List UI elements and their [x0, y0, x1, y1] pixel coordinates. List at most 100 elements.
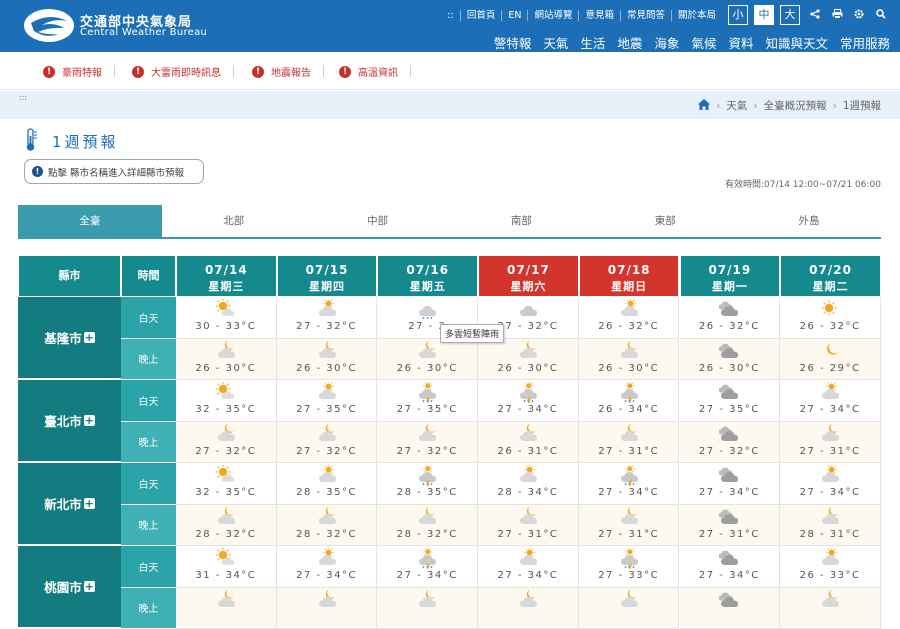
- sun-cloud-icon[interactable]: [216, 548, 236, 566]
- partly-cloudy-icon[interactable]: [820, 465, 840, 483]
- sun-cloud-icon[interactable]: [216, 465, 236, 483]
- alert-heavy-rain[interactable]: ! 豪雨特報: [43, 64, 102, 79]
- city-name-2[interactable]: 新北市+: [18, 463, 121, 546]
- moon-cloud-icon[interactable]: [820, 507, 840, 525]
- sun-icon[interactable]: [820, 299, 840, 317]
- tab-islands[interactable]: 外島: [737, 205, 881, 237]
- moon-cloud-icon[interactable]: [619, 590, 639, 608]
- partly-cloudy-icon[interactable]: [317, 382, 337, 400]
- dark-cloud-icon[interactable]: [719, 590, 739, 608]
- dark-cloud-icon[interactable]: [719, 465, 739, 483]
- thunder-icon[interactable]: [619, 548, 639, 566]
- dark-cloud-icon[interactable]: [719, 507, 739, 525]
- dark-cloud-icon[interactable]: [719, 341, 739, 359]
- nav-knowledge[interactable]: 知識與天文: [765, 33, 828, 52]
- partly-cloudy-icon[interactable]: [820, 382, 840, 400]
- moon-cloud-icon[interactable]: [820, 590, 840, 608]
- link-about[interactable]: 關於本局: [671, 10, 722, 21]
- expand-plus-icon[interactable]: +: [84, 581, 95, 592]
- menu-icon[interactable]: ::: [441, 10, 460, 21]
- tab-central[interactable]: 中部: [306, 205, 450, 237]
- search-icon[interactable]: [874, 9, 888, 22]
- gear-icon[interactable]: [852, 9, 866, 22]
- moon-cloud-icon[interactable]: [518, 341, 538, 359]
- moon-cloud-icon[interactable]: [317, 341, 337, 359]
- moon-cloud-icon[interactable]: [417, 590, 437, 608]
- moon-cloud-icon[interactable]: [216, 590, 236, 608]
- moon-cloud-icon[interactable]: [317, 507, 337, 525]
- breadcrumb-overview[interactable]: 全臺概況預報: [764, 98, 827, 113]
- thunder-icon[interactable]: [417, 382, 437, 400]
- moon-cloud-icon[interactable]: [518, 590, 538, 608]
- moon-cloud-icon[interactable]: [820, 424, 840, 442]
- alert-high-temp[interactable]: ! 高溫資訊: [339, 64, 398, 79]
- link-feedback[interactable]: 意見箱: [578, 10, 620, 21]
- city-name-3[interactable]: 桃園市+: [18, 546, 121, 629]
- partly-cloudy-icon[interactable]: [820, 548, 840, 566]
- partly-cloudy-icon[interactable]: [317, 465, 337, 483]
- link-faq[interactable]: 常見問答: [620, 10, 671, 21]
- cwb-logo[interactable]: [24, 9, 74, 42]
- partly-cloudy-icon[interactable]: [317, 299, 337, 317]
- nav-data[interactable]: 資料: [728, 33, 753, 52]
- tab-north[interactable]: 北部: [162, 205, 306, 237]
- expand-plus-icon[interactable]: +: [84, 498, 95, 509]
- sun-cloud-icon[interactable]: [216, 299, 236, 317]
- nav-weather[interactable]: 天氣: [543, 33, 568, 52]
- thunder-icon[interactable]: [417, 548, 437, 566]
- moon-cloud-icon[interactable]: [216, 341, 236, 359]
- partly-cloudy-icon[interactable]: [619, 299, 639, 317]
- nav-earthquake[interactable]: 地震: [617, 33, 642, 52]
- moon-cloud-icon[interactable]: [417, 424, 437, 442]
- moon-cloud-icon[interactable]: [619, 341, 639, 359]
- nav-climate[interactable]: 氣候: [691, 33, 716, 52]
- moon-cloud-icon[interactable]: [216, 424, 236, 442]
- tab-east[interactable]: 東部: [593, 205, 737, 237]
- thunder-icon[interactable]: [619, 465, 639, 483]
- share-icon[interactable]: [808, 9, 822, 22]
- alert-earthquake[interactable]: ! 地震報告: [252, 64, 311, 79]
- moon-cloud-icon[interactable]: [619, 507, 639, 525]
- link-english[interactable]: EN: [501, 10, 527, 21]
- partly-cloudy-icon[interactable]: [518, 465, 538, 483]
- moon-cloud-icon[interactable]: [518, 507, 538, 525]
- dark-cloud-icon[interactable]: [719, 548, 739, 566]
- breadcrumb-weather[interactable]: 天氣: [726, 98, 747, 113]
- dark-cloud-icon[interactable]: [719, 299, 739, 317]
- moon-icon[interactable]: [820, 341, 840, 359]
- font-size-medium-button[interactable]: 中: [754, 5, 774, 25]
- city-detail-hint-button[interactable]: ! 點擊 縣市名稱進入詳細縣市預報: [24, 159, 204, 184]
- moon-cloud-icon[interactable]: [417, 341, 437, 359]
- nav-life[interactable]: 生活: [580, 33, 605, 52]
- dark-cloud-icon[interactable]: [719, 424, 739, 442]
- thunder-icon[interactable]: [417, 465, 437, 483]
- city-name-1[interactable]: 臺北市+: [18, 380, 121, 463]
- city-name-0[interactable]: 基隆市+: [18, 297, 121, 380]
- font-size-small-button[interactable]: 小: [728, 5, 748, 25]
- moon-cloud-icon[interactable]: [619, 424, 639, 442]
- nav-marine[interactable]: 海象: [654, 33, 679, 52]
- partly-cloudy-icon[interactable]: [317, 548, 337, 566]
- expand-plus-icon[interactable]: +: [84, 415, 95, 426]
- moon-cloud-icon[interactable]: [216, 507, 236, 525]
- moon-cloud-icon[interactable]: [317, 424, 337, 442]
- expand-plus-icon[interactable]: +: [84, 332, 95, 343]
- partly-cloudy-icon[interactable]: [518, 548, 538, 566]
- print-icon[interactable]: [830, 9, 844, 22]
- tab-all[interactable]: 全臺: [18, 205, 162, 237]
- dark-cloud-icon[interactable]: [719, 382, 739, 400]
- sun-cloud-icon[interactable]: [216, 382, 236, 400]
- link-sitemap[interactable]: 網站導覽: [527, 10, 578, 21]
- moon-cloud-icon[interactable]: [317, 590, 337, 608]
- font-size-large-button[interactable]: 大: [780, 5, 800, 25]
- alert-thunderstorm[interactable]: ! 大雷雨即時訊息: [132, 64, 221, 79]
- home-icon[interactable]: [698, 99, 710, 113]
- moon-cloud-icon[interactable]: [417, 507, 437, 525]
- tab-south[interactable]: 南部: [449, 205, 593, 237]
- nav-warnings[interactable]: 警特報: [494, 33, 532, 52]
- cloud-icon[interactable]: [518, 299, 538, 317]
- nav-services[interactable]: 常用服務: [840, 33, 890, 52]
- thunder-icon[interactable]: [619, 382, 639, 400]
- accesskey-dots[interactable]: :::: [19, 93, 27, 102]
- thunder-icon[interactable]: [518, 382, 538, 400]
